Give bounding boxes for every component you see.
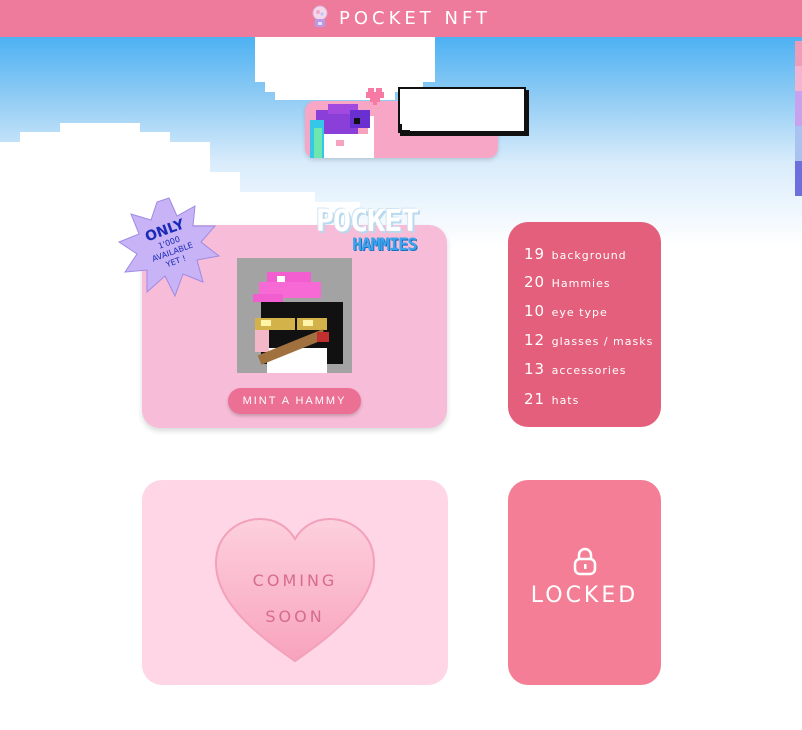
- cloud: [60, 123, 140, 133]
- cloud: [255, 37, 435, 82]
- color-strip: [795, 41, 802, 66]
- speech-bubble: [398, 87, 526, 133]
- trait-row: 19 background: [524, 245, 627, 263]
- trait-label: eye type: [551, 306, 608, 319]
- trait-count: 10: [524, 302, 546, 320]
- trait-count: 13: [524, 360, 546, 378]
- trait-label: hats: [551, 394, 580, 407]
- page: POCKET NFT POCKET HAMMIES ONLY 1'000 AVA…: [0, 0, 802, 730]
- trait-row: 10 eye type: [524, 302, 608, 320]
- color-strip: [795, 66, 802, 91]
- gumball-machine-icon: [312, 5, 328, 27]
- color-strip: [795, 91, 802, 126]
- trait-row: 13 accessories: [524, 360, 626, 378]
- color-strip: [795, 126, 802, 161]
- trait-label: background: [551, 249, 627, 262]
- lock-icon: [573, 547, 597, 576]
- trait-label: glasses / masks: [551, 335, 654, 348]
- cloud: [20, 132, 170, 144]
- logo-pocket: POCKET: [316, 204, 419, 239]
- coming-soon-line: COMING: [252, 571, 338, 590]
- mint-a-hammy-button[interactable]: MINT A HAMMY: [228, 388, 361, 414]
- trait-label: Hammies: [551, 277, 611, 290]
- coming-soon-line: SOON: [265, 607, 325, 626]
- logo-hammies: HAMMIES: [352, 235, 418, 255]
- coming-soon-text: COMING SOON: [230, 563, 360, 635]
- trait-row: 20 Hammies: [524, 273, 611, 291]
- trait-label: accessories: [551, 364, 627, 377]
- trait-row: 12 glasses / masks: [524, 331, 653, 349]
- trait-count: 19: [524, 245, 546, 263]
- trait-row: 21 hats: [524, 390, 579, 408]
- trait-count: 21: [524, 390, 546, 408]
- locked-label: LOCKED: [530, 583, 639, 608]
- trait-count: 12: [524, 331, 546, 349]
- hammy-nft-image: [237, 258, 352, 373]
- app-title[interactable]: POCKET NFT: [339, 8, 491, 29]
- trait-count: 20: [524, 273, 546, 291]
- speech-bubble-tail: [400, 124, 410, 136]
- top-navbar: POCKET NFT: [0, 0, 802, 37]
- color-strip: [795, 161, 802, 196]
- narwhal-hammy-image: [310, 88, 384, 158]
